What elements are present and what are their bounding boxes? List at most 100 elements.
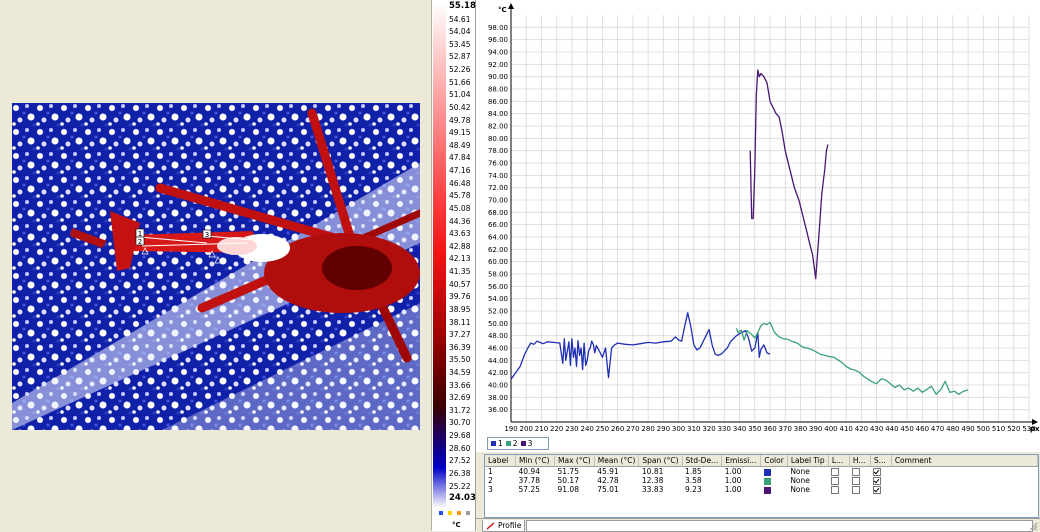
x-tick-label: 510 — [992, 425, 1005, 433]
cell-color[interactable] — [761, 485, 788, 494]
y-tick-label: 70.00 — [488, 197, 508, 205]
scale-tick-label: 45.08 — [449, 203, 471, 213]
cell-s[interactable] — [870, 476, 891, 485]
cell-label-tip[interactable]: None — [787, 467, 828, 476]
y-tick-label: 42.00 — [488, 369, 508, 377]
legend-item-1[interactable]: 1 — [491, 439, 503, 448]
cell-max: 91.08 — [557, 485, 579, 494]
cell-color[interactable] — [761, 476, 788, 485]
checkbox-h[interactable] — [852, 477, 861, 485]
checkbox-l[interactable] — [831, 477, 840, 485]
col-s[interactable]: S... — [870, 455, 892, 467]
cell-l[interactable] — [828, 485, 849, 494]
cell-color[interactable] — [761, 467, 788, 477]
series-line-2 — [735, 321, 969, 395]
cell-l[interactable] — [828, 467, 849, 476]
cell-label-tip[interactable]: None — [787, 476, 828, 485]
y-tick-label: 40.00 — [488, 382, 508, 390]
table-row[interactable]: 2 37.78 50.17 42.78 12.38 3.58 1.00 None — [485, 476, 1038, 485]
cell-h[interactable] — [849, 467, 870, 476]
scale-tick-label: 39.76 — [449, 292, 471, 302]
scale-tick-label: 51.66 — [449, 77, 471, 87]
scale-tick-label: 42.88 — [449, 241, 471, 251]
cell-h[interactable] — [849, 476, 870, 485]
y-tick-label: 96.00 — [488, 36, 508, 44]
orange-square-icon[interactable] — [456, 511, 461, 515]
scale-tick-label: 43.63 — [449, 229, 471, 239]
yellow-square-icon[interactable] — [447, 511, 452, 515]
y-tick-label: 66.00 — [488, 221, 508, 229]
x-tick-label: 250 — [596, 425, 609, 433]
cell-l[interactable] — [828, 476, 849, 485]
cell-comment[interactable] — [891, 485, 1037, 494]
blue-square-icon[interactable] — [438, 511, 443, 515]
cell-h[interactable] — [849, 485, 870, 494]
checkbox-s[interactable] — [873, 477, 882, 485]
y-tick-label: 56.00 — [488, 283, 508, 291]
thermal-image[interactable]: 1 2 3 — [12, 103, 420, 430]
col-min[interactable]: Min (°C) — [515, 455, 555, 467]
cell-stddev: 9.23 — [685, 485, 702, 494]
y-tick-label: 64.00 — [488, 234, 508, 242]
scale-tick-label: 52.87 — [449, 52, 471, 62]
legend-label: 1 — [498, 439, 503, 448]
scale-tick-label: 32.69 — [449, 393, 471, 403]
checkbox-s[interactable] — [873, 486, 882, 494]
x-tick-label: 320 — [702, 425, 715, 433]
legend-swatch — [491, 441, 496, 446]
y-tick-label: 94.00 — [488, 49, 508, 57]
table-row[interactable]: 3 57.25 91.08 75.01 33.83 9.23 1.00 None — [485, 485, 1038, 494]
col-emissivity[interactable]: Emissi... — [721, 455, 762, 467]
checkbox-h[interactable] — [852, 486, 861, 494]
scale-tick-label: 29.68 — [449, 431, 471, 441]
resize-grip-icon[interactable] — [1028, 521, 1038, 531]
marker-3[interactable]: 3 — [202, 229, 212, 239]
col-span[interactable]: Span (°C) — [638, 455, 683, 467]
status-field[interactable] — [526, 520, 1033, 532]
y-tick-label: 54.00 — [488, 295, 508, 303]
table-row[interactable]: 1 40.94 51.75 45.91 10.81 1.85 1.00 None — [485, 467, 1038, 477]
y-tick-label: 36.00 — [488, 406, 508, 414]
cell-label-tip[interactable]: None — [787, 485, 828, 494]
checkbox-h[interactable] — [852, 468, 861, 476]
scale-tick-label: 41.35 — [449, 267, 471, 277]
legend-swatch — [520, 441, 526, 446]
col-h[interactable]: H... — [849, 455, 871, 467]
x-tick-label: 230 — [565, 425, 578, 433]
y-tick-label: 74.00 — [488, 172, 508, 180]
x-tick-label: 200 — [520, 425, 533, 433]
cell-comment[interactable] — [891, 476, 1037, 485]
color-swatch — [763, 468, 771, 476]
tab-profile[interactable]: Profile — [482, 520, 526, 532]
cell-s[interactable] — [870, 467, 891, 476]
scale-tick-label: 49.15 — [449, 128, 471, 138]
cell-span: 10.81 — [641, 467, 664, 476]
col-color[interactable]: Color — [760, 455, 788, 467]
col-mean[interactable]: Mean (°C) — [594, 455, 640, 467]
col-l[interactable]: L... — [828, 455, 850, 467]
col-label-tip[interactable]: Label Tip — [787, 455, 829, 467]
checkbox-l[interactable] — [831, 468, 840, 476]
marker-2[interactable]: 2 — [135, 236, 145, 246]
legend-item-2[interactable]: 2 — [505, 439, 518, 448]
gray-square-icon[interactable] — [465, 511, 470, 515]
col-label[interactable]: Label — [485, 455, 516, 467]
x-tick-label: 490 — [961, 425, 974, 433]
scale-tick-label: 47.84 — [449, 153, 471, 163]
profile-chart[interactable]: 36.00 38.00 40.00 42.00 44.00 46.00 48.00 50.00… — [476, 0, 1040, 452]
checkbox-l[interactable] — [831, 486, 840, 494]
y-tick-label: 84.00 — [488, 110, 508, 118]
scale-tick-label: 47.16 — [449, 166, 471, 176]
col-max[interactable]: Max (°C) — [554, 455, 595, 467]
cell-s[interactable] — [870, 485, 891, 494]
cell-comment[interactable] — [891, 467, 1037, 477]
scale-tick-label: 30.70 — [449, 418, 471, 428]
col-comment[interactable]: Comment — [891, 455, 1039, 467]
col-stddev[interactable]: Std-De... — [682, 455, 723, 467]
checkbox-s[interactable] — [873, 468, 882, 476]
legend-item-3[interactable]: 3 — [520, 439, 532, 448]
x-tick-label: 460 — [916, 425, 929, 433]
marker-1[interactable]: 1 — [135, 228, 145, 238]
x-tick-label: 380 — [794, 425, 807, 433]
y-tick-label: 58.00 — [488, 271, 508, 279]
